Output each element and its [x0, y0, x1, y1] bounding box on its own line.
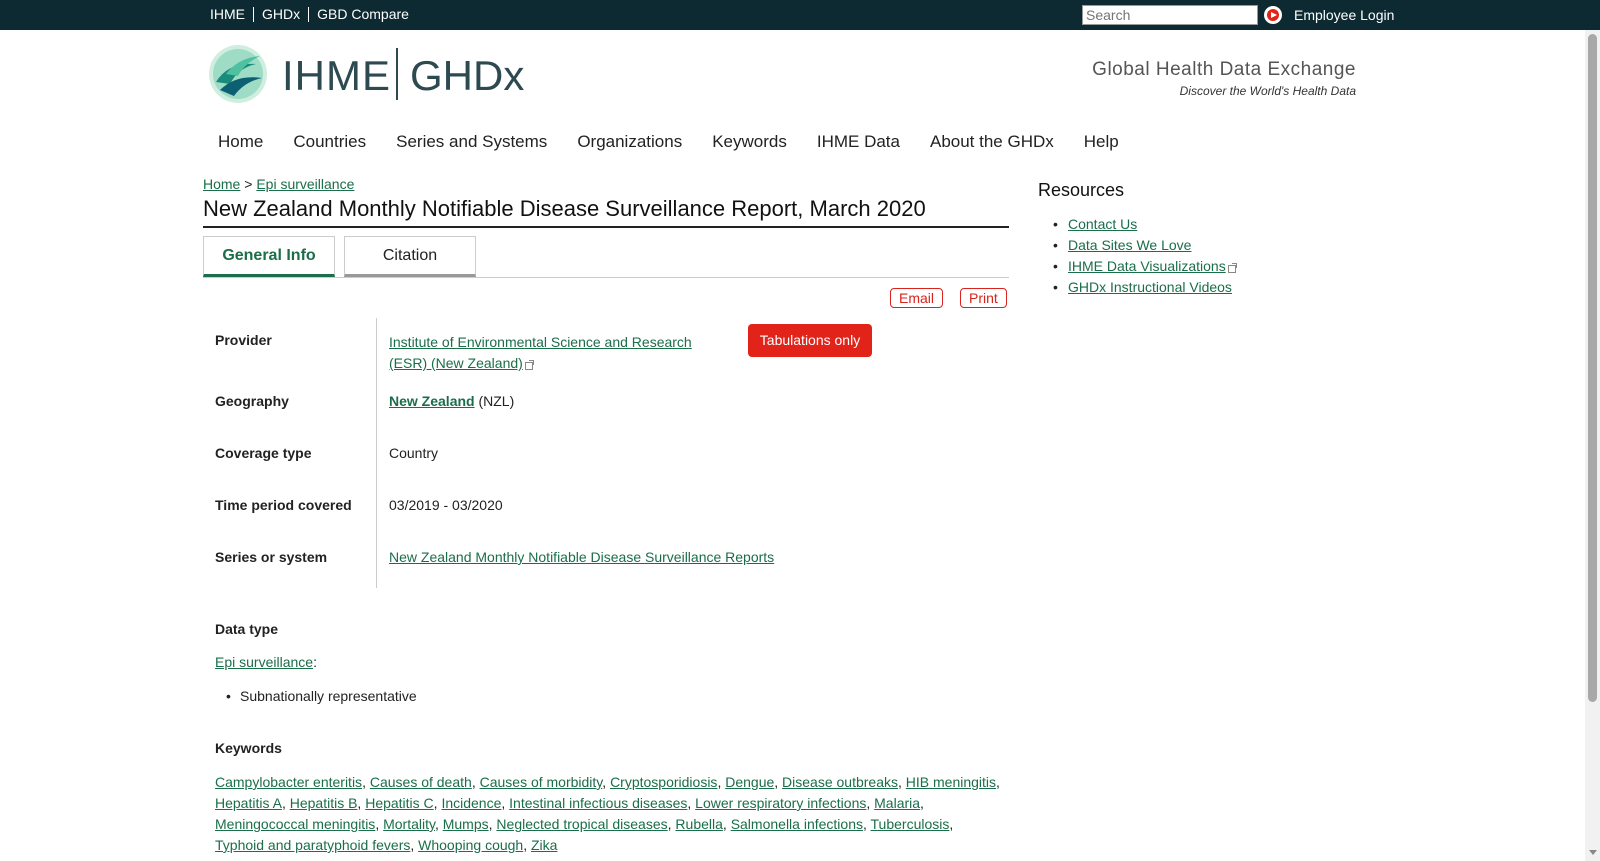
provider-link-line1[interactable]: Institute of Environmental Science and R…	[389, 334, 692, 350]
resource-ihme-visualizations[interactable]: IHME Data Visualizations	[1068, 258, 1226, 274]
logo-ghdx-text[interactable]: GHDx	[410, 52, 524, 100]
nav-series-and-systems[interactable]: Series and Systems	[396, 132, 547, 152]
resources-heading: Resources	[1038, 180, 1125, 200]
email-button[interactable]: Email	[890, 288, 944, 308]
breadcrumb: Home > Epi surveillance	[203, 176, 354, 192]
series-link[interactable]: New Zealand Monthly Notifiable Disease S…	[389, 549, 774, 565]
breadcrumb-separator: >	[244, 176, 253, 192]
nav-ihme-data[interactable]: IHME Data	[817, 132, 900, 152]
geography-link[interactable]: New Zealand	[389, 393, 475, 409]
keyword-link[interactable]: Salmonella infections	[731, 816, 863, 832]
search-input[interactable]	[1082, 5, 1258, 25]
logo-divider	[396, 48, 398, 100]
external-link-icon	[524, 359, 534, 370]
top-links: IHME GHDx GBD Compare	[210, 7, 417, 22]
data-type-colon: :	[313, 654, 317, 670]
series-value: New Zealand Monthly Notifiable Disease S…	[389, 549, 774, 565]
scroll-down-icon[interactable]	[1589, 850, 1597, 855]
tab-citation[interactable]: Citation	[344, 236, 476, 277]
keyword-link[interactable]: Zika	[531, 837, 557, 853]
keyword-link[interactable]: Meningococcal meningitis	[215, 816, 375, 832]
resource-data-sites[interactable]: Data Sites We Love	[1068, 237, 1191, 253]
coverage-label: Coverage type	[215, 445, 312, 461]
keyword-link[interactable]: Causes of death	[370, 774, 472, 790]
resources-list: Contact Us Data Sites We Love IHME Data …	[1053, 214, 1237, 298]
data-type-heading: Data type	[215, 621, 279, 637]
nav-about-ghdx[interactable]: About the GHDx	[930, 132, 1054, 152]
tagline-title: Global Health Data Exchange	[1092, 59, 1356, 80]
nav-home[interactable]: Home	[218, 132, 263, 152]
provider-label: Provider	[215, 332, 272, 348]
main-nav: Home Countries Series and Systems Organi…	[218, 132, 1149, 152]
keyword-link[interactable]: Mortality	[383, 816, 435, 832]
keyword-link[interactable]: Cryptosporidiosis	[610, 774, 717, 790]
keyword-link[interactable]: Hepatitis A	[215, 795, 282, 811]
employee-login-link[interactable]: Employee Login	[1294, 7, 1394, 23]
resource-contact-us[interactable]: Contact Us	[1068, 216, 1137, 232]
coverage-value: Country	[389, 445, 439, 461]
page-scrollbar[interactable]	[1585, 30, 1600, 861]
page-title: New Zealand Monthly Notifiable Disease S…	[203, 196, 1009, 228]
time-period-label: Time period covered	[215, 497, 352, 513]
resource-item: IHME Data Visualizations	[1053, 256, 1237, 277]
resource-instructional-videos[interactable]: GHDx Instructional Videos	[1068, 279, 1232, 295]
nav-organizations[interactable]: Organizations	[577, 132, 682, 152]
tagline-subtitle: Discover the World's Health Data	[1179, 84, 1356, 98]
tabulations-only-badge[interactable]: Tabulations only	[748, 324, 872, 357]
resource-item: GHDx Instructional Videos	[1053, 277, 1237, 298]
search-go-icon[interactable]	[1264, 6, 1282, 24]
top-link-ihme[interactable]: IHME	[210, 7, 253, 22]
breadcrumb-home[interactable]: Home	[203, 176, 240, 192]
geography-label: Geography	[215, 393, 289, 409]
keyword-link[interactable]: Hepatitis C	[365, 795, 433, 811]
keyword-link[interactable]: Disease outbreaks	[782, 774, 898, 790]
site-tagline: Global Health Data Exchange Discover the…	[1092, 59, 1356, 98]
nav-keywords[interactable]: Keywords	[712, 132, 787, 152]
top-link-gbd-compare[interactable]: GBD Compare	[308, 7, 417, 22]
external-link-icon	[1227, 262, 1237, 273]
nav-help[interactable]: Help	[1084, 132, 1119, 152]
data-type-value: Epi surveillance:	[215, 654, 317, 670]
info-divider	[376, 318, 377, 588]
series-label: Series or system	[215, 549, 328, 565]
keyword-link[interactable]: Malaria	[874, 795, 920, 811]
keyword-link[interactable]: Hepatitis B	[290, 795, 358, 811]
keywords-heading: Keywords	[215, 740, 282, 756]
geography-value: New Zealand (NZL)	[389, 393, 514, 409]
keyword-link[interactable]: Intestinal infectious diseases	[509, 795, 687, 811]
nav-countries[interactable]: Countries	[293, 132, 366, 152]
tab-bar: General Info Citation	[203, 236, 1009, 278]
scrollbar-thumb[interactable]	[1588, 34, 1597, 702]
top-link-ghdx[interactable]: GHDx	[253, 7, 308, 22]
resource-item: Data Sites We Love	[1053, 235, 1237, 256]
provider-link-line2[interactable]: (ESR) (New Zealand)	[389, 355, 523, 371]
geography-code: (NZL)	[474, 393, 515, 409]
keyword-link[interactable]: Incidence	[441, 795, 501, 811]
print-button[interactable]: Print	[960, 288, 1007, 308]
breadcrumb-epi-surveillance[interactable]: Epi surveillance	[256, 176, 354, 192]
time-period-value: 03/2019 - 03/2020	[389, 497, 503, 513]
resource-item: Contact Us	[1053, 214, 1237, 235]
data-type-link[interactable]: Epi surveillance	[215, 654, 313, 670]
keyword-link[interactable]: Causes of morbidity	[480, 774, 603, 790]
keyword-link[interactable]: Lower respiratory infections	[695, 795, 866, 811]
data-type-bullet: Subnationally representative	[226, 688, 417, 704]
keyword-link[interactable]: Dengue	[725, 774, 774, 790]
ihme-logo-icon[interactable]	[208, 44, 268, 104]
keyword-link[interactable]: Neglected tropical diseases	[496, 816, 667, 832]
keyword-link[interactable]: Rubella	[675, 816, 722, 832]
keyword-link[interactable]: Campylobacter enteritis	[215, 774, 362, 790]
keyword-link[interactable]: HIB meningitis	[906, 774, 996, 790]
keywords-list: Campylobacter enteritis, Causes of death…	[215, 774, 1000, 853]
keyword-link[interactable]: Whooping cough	[418, 837, 523, 853]
keyword-link[interactable]: Tuberculosis	[871, 816, 950, 832]
tab-general-info[interactable]: General Info	[203, 236, 335, 277]
logo-ihme-text[interactable]: IHME	[282, 52, 391, 100]
keyword-link[interactable]: Mumps	[443, 816, 489, 832]
provider-value: Institute of Environmental Science and R…	[389, 332, 692, 374]
top-bar: IHME GHDx GBD Compare Employee Login	[0, 0, 1600, 30]
keyword-link[interactable]: Typhoid and paratyphoid fevers	[215, 837, 410, 853]
